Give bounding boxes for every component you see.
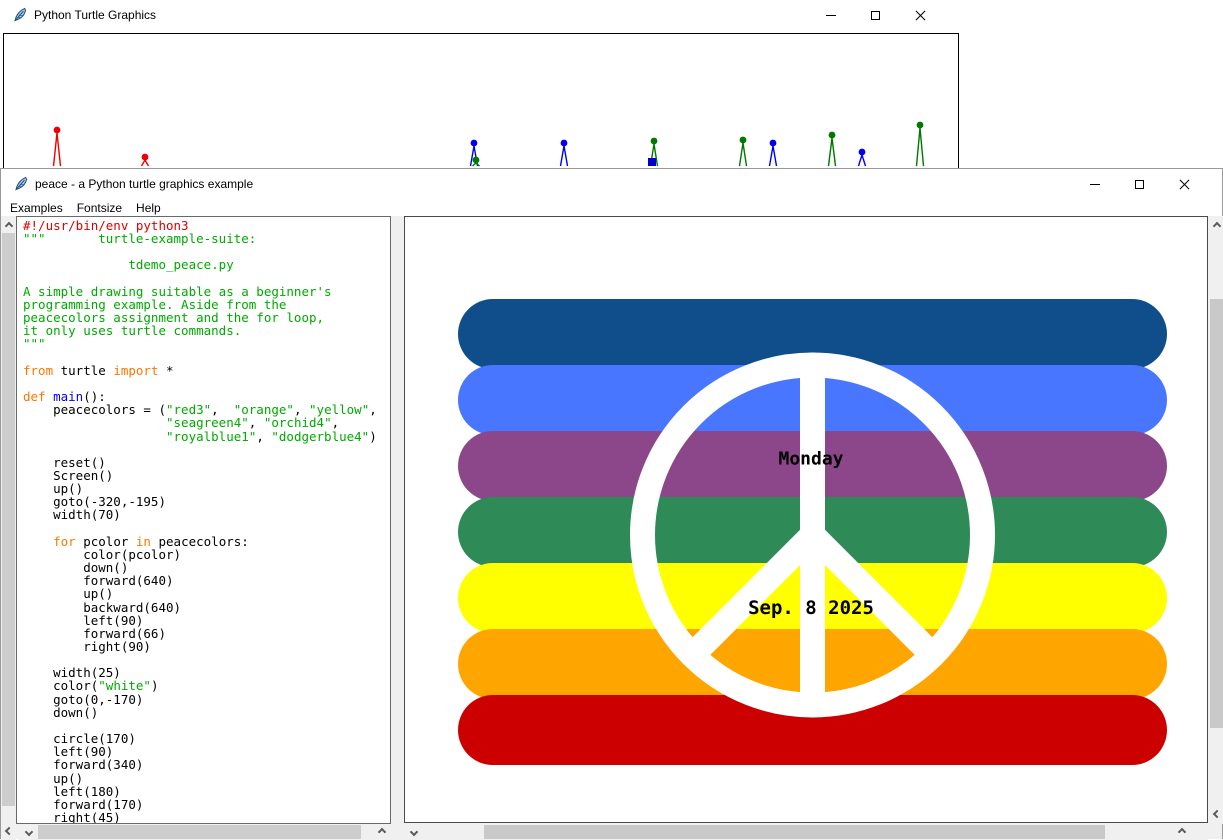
code-vscroll-thumb[interactable] — [2, 233, 15, 806]
peace-maximize-button[interactable] — [1117, 169, 1162, 199]
code-line: it only uses turtle commands. — [23, 324, 390, 337]
chevron-left-icon — [24, 828, 32, 836]
peace-flag-drawing — [405, 217, 1207, 822]
scroll-right-button[interactable] — [1175, 824, 1191, 840]
stick-figure — [740, 137, 747, 166]
turtle-maximize-button[interactable] — [853, 0, 898, 30]
menu-bar: ExamplesFontsizeHelp — [1, 199, 1222, 216]
close-icon — [1179, 179, 1190, 190]
code-horizontal-scrollbar[interactable] — [19, 824, 391, 840]
menu-item-fontsize[interactable]: Fontsize — [70, 199, 129, 216]
stick-figure — [770, 140, 777, 166]
scroll-left-button[interactable] — [404, 824, 420, 840]
turtle-minimize-button[interactable] — [808, 0, 853, 30]
turtle-graphics-window: Python Turtle Graphics — [0, 0, 963, 168]
minimize-icon — [826, 15, 836, 16]
turtle-window-titlebar[interactable]: Python Turtle Graphics — [0, 0, 963, 30]
code-line: width(70) — [23, 508, 390, 521]
peace-drawing-canvas: Monday Sep. 8 2025 — [404, 216, 1208, 823]
peace-window-title: peace - a Python turtle graphics example — [35, 177, 253, 191]
canvas-horizontal-scrollbar[interactable] — [404, 824, 1208, 840]
scroll-down-button[interactable] — [1209, 807, 1223, 823]
canvas-text-label: Sep. 8 2025 — [748, 597, 874, 619]
scroll-up-button[interactable] — [1, 216, 16, 232]
canvas-vscroll-thumb[interactable] — [1210, 299, 1223, 728]
stick-figure — [829, 132, 836, 166]
maximize-icon — [1135, 180, 1144, 189]
stick-figure — [859, 149, 866, 166]
code-line: """ turtle-example-suite: — [23, 232, 390, 245]
stick-figure-drawings — [4, 34, 958, 167]
stick-figure — [917, 122, 924, 166]
turtle-close-button[interactable] — [898, 0, 943, 30]
chevron-right-icon — [1177, 828, 1185, 836]
maximize-icon — [871, 11, 880, 20]
menu-item-examples[interactable]: Examples — [3, 199, 70, 216]
scroll-left-button[interactable] — [19, 824, 35, 840]
chevron-up-icon — [4, 221, 12, 229]
turtle-drawing-canvas — [3, 33, 959, 168]
turtle-window-title: Python Turtle Graphics — [34, 8, 156, 22]
close-icon — [915, 10, 926, 21]
pane-divider[interactable] — [391, 216, 404, 840]
peace-close-button[interactable] — [1162, 169, 1207, 199]
python-feather-icon — [12, 7, 28, 23]
chevron-right-icon — [377, 828, 385, 836]
scroll-right-button[interactable] — [375, 824, 391, 840]
code-line: right(90) — [23, 640, 390, 653]
canvas-vertical-scrollbar[interactable] — [1209, 216, 1223, 824]
stick-figure — [54, 127, 61, 166]
code-line: from turtle import * — [23, 364, 390, 377]
canvas-hscroll-thumb[interactable] — [484, 825, 1105, 839]
stick-figure — [473, 157, 480, 166]
code-line: down() — [23, 706, 390, 719]
minimize-icon — [1090, 184, 1100, 185]
code-vertical-scrollbar[interactable] — [1, 216, 16, 840]
stick-figure — [561, 140, 568, 166]
scroll-down-button[interactable] — [1, 824, 16, 840]
code-line: right(45) — [23, 811, 390, 824]
stick-figure — [142, 154, 149, 166]
code-line: """ — [23, 337, 390, 350]
code-hscroll-thumb[interactable] — [38, 825, 361, 839]
stick-figure — [648, 158, 656, 166]
menu-item-help[interactable]: Help — [129, 199, 168, 216]
code-line: tdemo_peace.py — [23, 258, 390, 271]
chevron-down-icon — [1212, 809, 1220, 817]
scroll-up-button[interactable] — [1209, 216, 1223, 232]
chevron-up-icon — [1212, 221, 1220, 229]
canvas-text-label: Monday — [778, 449, 843, 470]
python-feather-icon — [13, 176, 29, 192]
chevron-down-icon — [4, 826, 12, 834]
peace-minimize-button[interactable] — [1072, 169, 1117, 199]
code-line: "royalblue1", "dodgerblue4") — [23, 430, 390, 443]
peace-example-window: peace - a Python turtle graphics example… — [0, 168, 1223, 839]
source-code-view[interactable]: #!/usr/bin/env python3""" turtle-example… — [16, 216, 391, 824]
chevron-left-icon — [409, 828, 417, 836]
peace-window-titlebar[interactable]: peace - a Python turtle graphics example — [1, 169, 1222, 199]
